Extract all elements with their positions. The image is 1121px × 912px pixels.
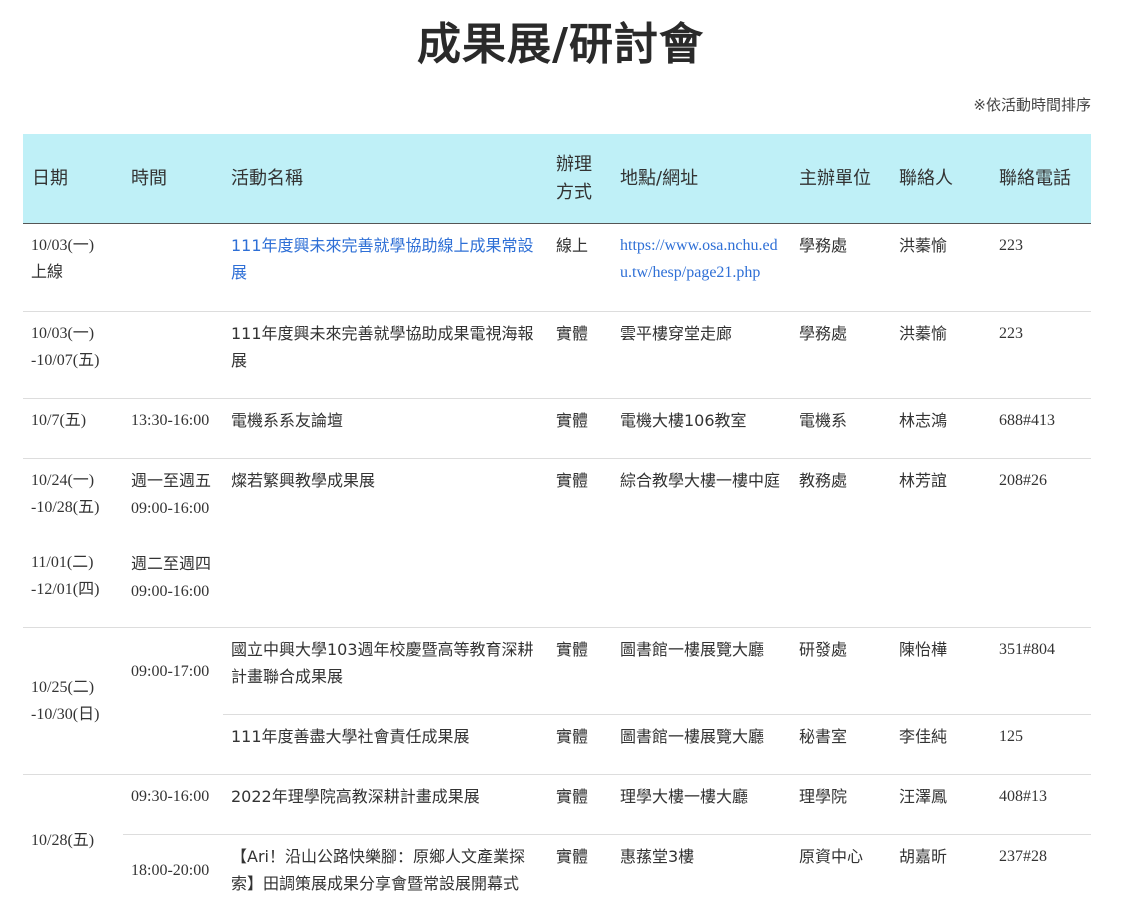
date-cell: 10/25(二) -10/30(日)	[23, 627, 123, 775]
location-cell: 理學大樓一樓大廳	[612, 774, 791, 835]
header-time: 時間	[123, 134, 223, 224]
host-cell: 理學院	[791, 774, 891, 835]
mode-cell: 實體	[548, 311, 612, 399]
phone-cell: 351#804	[991, 627, 1091, 715]
location-link[interactable]: https://www.osa.nchu.edu.tw/hesp/page21.…	[612, 223, 791, 312]
header-host: 主辦單位	[791, 134, 891, 224]
date-cell: 10/03(一) -10/07(五)	[23, 311, 123, 399]
contact-cell: 洪蓁愉	[891, 223, 991, 312]
time-line: 週二至週四	[131, 554, 212, 573]
header-mode: 辦理 方式	[548, 134, 612, 224]
header-mode-line2: 方式	[556, 181, 592, 203]
event-name: 111年度興未來完善就學協助成果電視海報展	[223, 311, 548, 399]
time-cell: 18:00-20:00	[131, 862, 210, 880]
phone-cell: 125	[991, 714, 1091, 775]
contact-cell: 陳怡樺	[891, 627, 991, 715]
contact-cell: 胡嘉昕	[899, 847, 948, 866]
mode-cell: 實體	[548, 627, 612, 715]
host-cell: 秘書室	[791, 714, 891, 775]
table-row: 10/7(五) 13:30-16:00 電機系系友論壇 實體 電機大樓106教室…	[23, 398, 1091, 459]
date-line: -12/01(四)	[31, 581, 100, 598]
header-contact: 聯絡人	[891, 134, 991, 224]
host-cell: 研發處	[791, 627, 891, 715]
event-name: 燦若繁興教學成果展	[223, 458, 548, 628]
time-line: 09:00-16:00	[131, 500, 210, 517]
event-name: 2022年理學院高教深耕計畫成果展	[223, 774, 548, 835]
events-table: 日期 時間 活動名稱 辦理方式 地點/網址 主辦單位 聯絡人 聯絡電話 10/0…	[23, 134, 1091, 907]
time-cell: 09:30-16:00	[123, 774, 223, 835]
location-cell: 惠蓀堂3樓	[620, 847, 695, 866]
time-line: 09:00-16:00	[131, 583, 210, 600]
date-line: 10/03(一)	[31, 237, 95, 254]
contact-cell: 洪蓁愉	[891, 311, 991, 399]
contact-cell: 林芳誼	[891, 458, 991, 628]
phone-cell: 408#13	[991, 774, 1091, 835]
host-cell: 學務處	[791, 223, 891, 312]
date-cell: 10/03(一) 上線	[23, 223, 123, 312]
contact-cell: 汪澤鳳	[891, 774, 991, 835]
page-title: 成果展/研討會	[416, 19, 705, 70]
header-date: 日期	[23, 134, 123, 224]
host-cell: 原資中心	[799, 847, 864, 866]
date-line: -10/28(五)	[31, 499, 100, 516]
time-cell: 週一至週五 09:00-16:00 週二至週四 09:00-16:00	[123, 458, 223, 628]
time-cell: 13:30-16:00	[123, 398, 223, 459]
mode-cell: 實體	[548, 714, 612, 775]
table-row: 10/25(二) -10/30(日) 09:00-17:00 國立中興大學103週…	[23, 627, 1091, 775]
event-name: 國立中興大學103週年校慶暨高等教育深耕計畫聯合成果展	[223, 627, 548, 715]
table-row: 10/03(一) -10/07(五) 111年度興未來完善就學協助成果電視海報展 …	[23, 311, 1091, 399]
location-cell: 圖書館一樓展覽大廳	[612, 627, 791, 715]
phone-cell: 223	[991, 311, 1091, 399]
header-name: 活動名稱	[223, 134, 548, 224]
host-cell: 教務處	[791, 458, 891, 628]
phone-cell: 223	[991, 223, 1091, 312]
location-cell: 電機大樓106教室	[612, 398, 791, 459]
mode-cell: 實體	[548, 458, 612, 628]
time-cell	[123, 714, 223, 775]
mode-cell: 實體	[548, 398, 612, 459]
table-row: 10/28(五) 09:30-16:00 2022年理學院高教深耕計畫成果展 實…	[23, 774, 1091, 849]
header-phone: 聯絡電話	[991, 134, 1091, 224]
event-name: 【Ari！沿山公路快樂腳：原鄉人文產業探索】田調策展成果分享會暨常設展開幕式	[231, 847, 525, 893]
time-cell: 09:00-17:00	[131, 662, 210, 680]
time-line: 週一至週五	[131, 471, 212, 490]
event-name: 電機系系友論壇	[223, 398, 548, 459]
date-line: 11/01(二)	[31, 554, 94, 571]
location-cell: 雲平樓穿堂走廊	[612, 311, 791, 399]
table-row: 18:00-20:00 【Ari！沿山公路快樂腳：原鄉人文產業探索】田調策展成果…	[23, 835, 1091, 907]
header-location: 地點/網址	[612, 134, 791, 224]
date-line: -10/07(五)	[31, 352, 100, 369]
date-line: -10/30(日)	[31, 706, 100, 723]
contact-cell: 李佳純	[891, 714, 991, 775]
date-cell: 10/24(一) -10/28(五) 11/01(二) -12/01(四)	[23, 458, 123, 628]
phone-cell: 237#28	[999, 848, 1047, 865]
date-line: 上線	[31, 264, 64, 281]
sort-note: ※依活動時間排序	[973, 96, 1091, 114]
date-cell: 10/28(五)	[31, 832, 95, 850]
host-cell: 學務處	[791, 311, 891, 399]
date-cell: 10/7(五)	[23, 398, 123, 459]
date-line: 10/25(二)	[31, 679, 95, 696]
date-line: 10/24(一)	[31, 472, 95, 489]
location-cell: 圖書館一樓展覽大廳	[612, 714, 791, 775]
location-cell: 綜合教學大樓一樓中庭	[612, 458, 791, 628]
event-name: 111年度善盡大學社會責任成果展	[223, 714, 548, 775]
host-cell: 電機系	[791, 398, 891, 459]
mode-cell: 線上	[548, 223, 612, 312]
contact-cell: 林志鴻	[891, 398, 991, 459]
table-row: 111年度善盡大學社會責任成果展 實體 圖書館一樓展覽大廳 秘書室 李佳純 12…	[23, 714, 1091, 775]
event-name-link[interactable]: 111年度興未來完善就學協助線上成果常設展	[223, 223, 548, 312]
phone-cell: 208#26	[991, 458, 1091, 628]
table-row: 10/03(一) 上線 111年度興未來完善就學協助線上成果常設展 線上 http…	[23, 223, 1091, 312]
mode-cell: 實體	[556, 847, 589, 866]
date-line: 10/03(一)	[31, 325, 95, 342]
phone-cell: 688#413	[991, 398, 1091, 459]
mode-cell: 實體	[548, 774, 612, 835]
table-header-row: 日期 時間 活動名稱 辦理方式 地點/網址 主辦單位 聯絡人 聯絡電話	[23, 134, 1091, 224]
time-cell	[123, 223, 223, 312]
header-mode-line1: 辦理	[556, 153, 592, 175]
table-row: 10/24(一) -10/28(五) 11/01(二) -12/01(四) 週一至週五…	[23, 458, 1091, 628]
time-cell	[123, 311, 223, 399]
